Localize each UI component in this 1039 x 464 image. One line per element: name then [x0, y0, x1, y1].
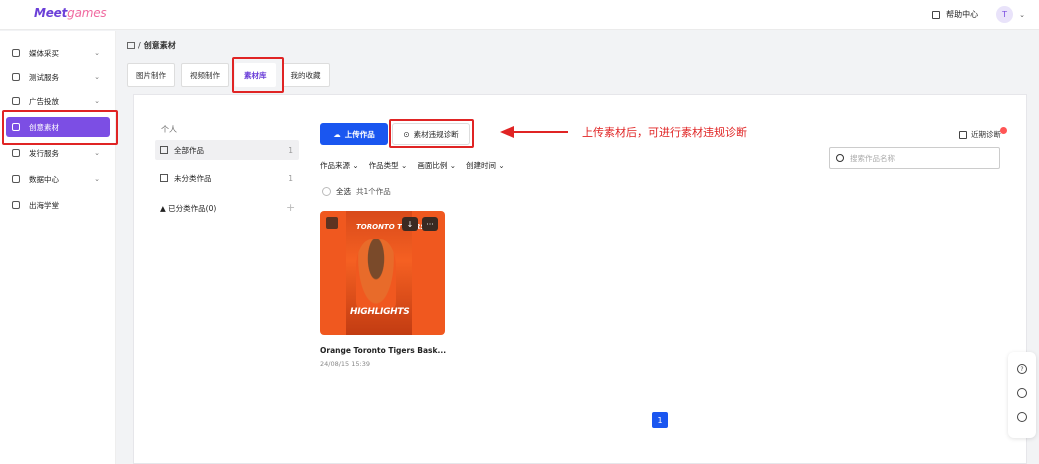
library-item-count: 1: [288, 173, 293, 183]
floating-toolbar: ?: [1008, 352, 1036, 438]
upload-button-label: 上传作品: [344, 129, 375, 139]
poster-bottom-text: HIGHLIGHTS: [350, 307, 410, 317]
library-item-label: 未分类作品: [174, 173, 212, 183]
library-item-uncategorized[interactable]: 未分类作品 1: [155, 168, 299, 188]
work-card[interactable]: TORONTO TIGERS HIGHLIGHTS ↓ ···: [320, 211, 445, 335]
library-item-all[interactable]: 全部作品 1: [155, 140, 299, 160]
tab-video-making[interactable]: 视频制作: [181, 63, 229, 87]
help-center-link[interactable]: 帮助中心: [946, 9, 978, 20]
recent-diagnosis-link[interactable]: 近期诊断: [959, 127, 1007, 140]
filter-label: 作品来源: [320, 161, 350, 170]
sidebar-item-testing[interactable]: 测试服务 ⌄: [6, 67, 110, 87]
avatar[interactable]: T: [996, 6, 1014, 23]
filter-label: 作品类型: [368, 161, 399, 170]
chevron-down-icon: ⌄: [94, 175, 100, 183]
monitor-icon: [12, 97, 20, 105]
breadcrumb-separator: /: [138, 41, 141, 50]
sidebar-item-label: 出海学堂: [29, 200, 59, 210]
library-item-count: 1: [288, 145, 293, 155]
filter-type[interactable]: 作品类型 ⌄: [369, 160, 408, 171]
filter-created-time[interactable]: 创建时间 ⌄: [466, 160, 505, 171]
chevron-down-icon: ⌄: [94, 73, 100, 81]
recent-diagnosis-label: 近期诊断: [971, 130, 1001, 139]
folder-icon: [12, 73, 20, 81]
works-icon: [160, 146, 168, 154]
sidebar-item-ads[interactable]: 广告投放 ⌄: [6, 91, 110, 111]
customer-service-icon[interactable]: [1017, 412, 1027, 422]
sidebar: 媒体采买 ⌄ 测试服务 ⌄ 广告投放 ⌄ 创意素材 发行服务 ⌄ 数据中心 ⌄ …: [0, 31, 116, 464]
search-icon: [836, 154, 844, 162]
filter-source[interactable]: 作品来源 ⌄: [320, 160, 359, 171]
select-all-row: 全选 共1个作品: [322, 186, 391, 197]
upload-button[interactable]: ☁ 上传作品: [320, 123, 388, 145]
sidebar-item-academy[interactable]: 出海学堂: [6, 195, 110, 215]
breadcrumb: / 创意素材: [127, 40, 176, 51]
highlight-box-tab: [232, 57, 284, 93]
app-logo[interactable]: Meetgames: [34, 6, 107, 20]
publish-icon: [12, 149, 20, 157]
chevron-down-icon: ⌄: [94, 49, 100, 57]
search-placeholder: 搜索作品名称: [850, 153, 895, 163]
work-select-checkbox[interactable]: [326, 217, 338, 229]
library-heading: 个人: [161, 125, 177, 134]
library-item-categorized[interactable]: ▲ 已分类作品(0): [155, 198, 299, 218]
sidebar-item-label: 媒体采买: [29, 48, 59, 58]
work-time: 24/08/15 15:39: [320, 360, 370, 368]
chevron-down-icon: ⌄: [94, 97, 100, 105]
sidebar-item-label: 发行服务: [29, 148, 59, 158]
top-bar: Meetgames 帮助中心 T ⌄: [0, 0, 1039, 30]
media-icon: [12, 49, 20, 57]
filter-label: 画面比例: [417, 161, 448, 170]
more-icon[interactable]: ···: [422, 217, 438, 231]
search-input[interactable]: 搜索作品名称: [829, 147, 1000, 169]
chart-icon: [12, 175, 20, 183]
annotation-arrow-icon: [500, 126, 568, 138]
help-question-icon[interactable]: ?: [1017, 364, 1027, 374]
filter-bar: 作品来源 ⌄ 作品类型 ⌄ 画面比例 ⌄ 创建时间 ⌄: [320, 160, 505, 171]
library-item-label: 全部作品: [174, 145, 204, 155]
sidebar-item-media-buying[interactable]: 媒体采买 ⌄: [6, 43, 110, 63]
select-all-checkbox[interactable]: [322, 187, 331, 196]
upload-cloud-icon: ☁: [333, 129, 341, 139]
tab-bar: 图片制作 视频制作 素材库 我的收藏: [127, 63, 330, 87]
sidebar-item-label: 测试服务: [29, 72, 59, 82]
sidebar-item-label: 数据中心: [29, 174, 59, 184]
logo-accent: games: [67, 6, 107, 20]
highlight-box-check: [389, 119, 474, 148]
add-category-icon[interactable]: +: [286, 201, 295, 214]
sidebar-item-data-center[interactable]: 数据中心 ⌄: [6, 169, 110, 189]
chevron-down-icon: ⌄: [94, 149, 100, 157]
tab-favorites[interactable]: 我的收藏: [281, 63, 330, 87]
athlete-figure: [356, 239, 396, 309]
report-icon: [959, 130, 967, 139]
tab-image-making[interactable]: 图片制作: [127, 63, 175, 87]
academy-icon: [12, 201, 20, 209]
sidebar-item-publishing[interactable]: 发行服务 ⌄: [6, 143, 110, 163]
help-center-icon[interactable]: [932, 10, 941, 19]
filter-label: 创建时间: [466, 161, 497, 170]
library-item-label: ▲ 已分类作品(0): [160, 203, 217, 213]
annotation-text: 上传素材后，可进行素材违规诊断: [582, 126, 747, 139]
highlight-box-sidebar: [2, 110, 118, 145]
works-count: 共1个作品: [356, 187, 391, 196]
breadcrumb-current: 创意素材: [143, 41, 176, 50]
sidebar-item-label: 广告投放: [29, 96, 59, 106]
download-icon[interactable]: ↓: [402, 217, 418, 231]
uncategorized-icon: [160, 174, 168, 182]
logo-main: Meet: [34, 6, 68, 20]
notification-dot: [1000, 127, 1007, 134]
work-title[interactable]: Orange Toronto Tigers Bask...: [320, 346, 446, 355]
select-all-label[interactable]: 全选: [336, 186, 351, 197]
filter-ratio[interactable]: 画面比例 ⌄: [417, 160, 456, 171]
feedback-icon[interactable]: [1017, 388, 1027, 398]
home-icon[interactable]: [127, 42, 135, 49]
chevron-down-icon[interactable]: ⌄: [1019, 11, 1025, 19]
pagination-page[interactable]: 1: [652, 412, 668, 428]
